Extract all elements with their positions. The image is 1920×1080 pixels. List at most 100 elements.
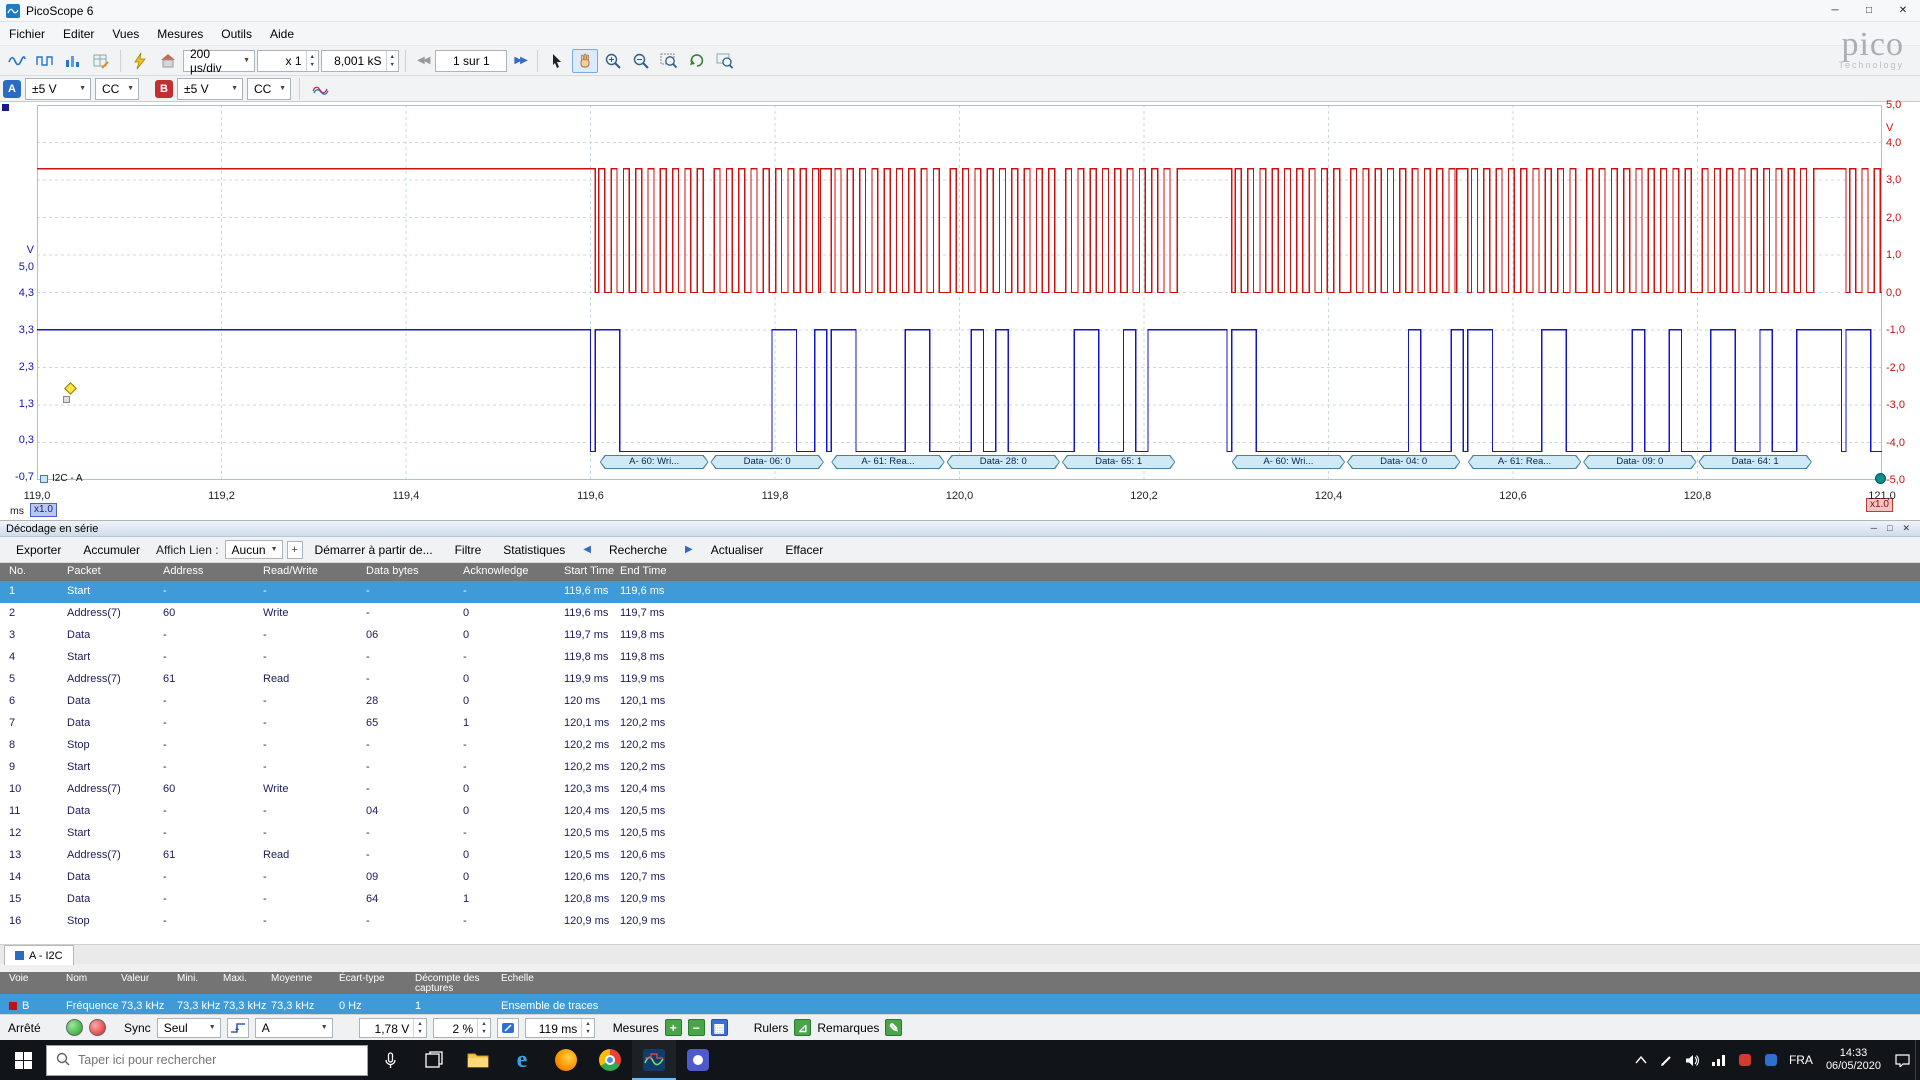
edit-measure-button[interactable]: ▦ [710,1019,728,1036]
link-display-select[interactable]: Aucun ▼ [224,540,283,559]
buffer-nav-box[interactable]: 1 sur 1 [435,49,508,72]
decode-table-row[interactable]: 14 Data - - 09 0 120,6 ms 120,7 ms [0,867,1920,889]
start-button[interactable] [0,1040,46,1080]
menu-item-mesures[interactable]: Mesures [148,23,212,45]
decode-header-cell[interactable]: End Time [611,563,1920,581]
decode-chip[interactable]: Data- 65: 1 [1062,455,1175,469]
measure-header-cell[interactable]: Nom [57,972,112,994]
decode-table-row[interactable]: 8 Stop - - - - 120,2 ms 120,2 ms [0,735,1920,757]
zoom-full-icon[interactable] [712,49,738,73]
decode-table-row[interactable]: 3 Data - - 06 0 119,7 ms 119,8 ms [0,625,1920,647]
chrome-icon[interactable] [588,1040,632,1080]
measure-header-cell[interactable]: Maxi. [214,972,262,994]
signal-generator-icon[interactable] [127,49,153,73]
decode-header-cell[interactable]: Address [154,563,254,581]
decode-table-row[interactable]: 15 Data - - 64 1 120,8 ms 120,9 ms [0,889,1920,911]
buffer-next-icon[interactable]: ▶▶ [509,55,530,66]
menu-item-fichier[interactable]: Fichier [0,23,54,45]
decode-table-row[interactable]: 12 Start - - - - 120,5 ms 120,5 ms [0,823,1920,845]
spinner-arrows[interactable]: ▲ ▼ [413,1018,425,1037]
start-from-button[interactable]: Démarr­er à partir de... [305,539,443,561]
decode-chip[interactable]: A- 60: Wri... [1232,455,1345,469]
decode-header-cell[interactable]: Acknowledge [454,563,555,581]
decode-header-cell[interactable]: Start Time [555,563,614,581]
decode-chip[interactable]: Data- 04: 0 [1347,455,1460,469]
decode-header-cell[interactable]: Data bytes [357,563,454,581]
measure-header-cell[interactable]: Moyenne [262,972,330,994]
decode-header-cell[interactable]: No. [0,563,58,581]
decode-chip[interactable]: Data- 28: 0 [947,455,1060,469]
persistence-view-icon[interactable] [32,49,58,73]
buffer-prev-icon[interactable]: ◀◀ [412,55,433,66]
ruler-anchor-icon[interactable] [63,396,70,403]
title-bar[interactable]: PicoScope 6 ─ □ ✕ [0,0,1920,22]
accumulate-button[interactable]: Accumuler [73,539,150,561]
home-icon[interactable] [155,49,181,73]
measure-header-cell[interactable]: Décompte des captures [406,972,492,994]
decode-table-row[interactable]: 9 Start - - - - 120,2 ms 120,2 ms [0,757,1920,779]
rulers-icon[interactable]: ⊿ [794,1019,812,1036]
decode-table-row[interactable]: 10 Address(7) 60 Write - 0 120,3 ms 120,4 ms [0,779,1920,801]
decode-chip[interactable]: Data- 06: 0 [710,455,823,469]
edge-browser-icon[interactable]: e [500,1040,544,1080]
decode-table-row[interactable]: 11 Data - - 04 0 120,4 ms 120,5 ms [0,801,1920,823]
search-button[interactable]: Recherche [599,539,677,561]
channel-b-coupling-select[interactable]: CC ▼ [247,77,291,100]
tab-a-i2c[interactable]: A - I2C [4,945,74,965]
trigger-level-spinner[interactable]: 1,78 V ▲ ▼ [358,1017,427,1038]
pico-tray-icon[interactable] [1758,1040,1784,1080]
stop-capture-button[interactable] [89,1019,106,1036]
spinner-arrows[interactable]: ▲ ▼ [385,50,398,71]
cortana-mic-icon[interactable] [368,1040,412,1080]
menu-item-aide[interactable]: Aide [261,23,303,45]
channel-b-chip[interactable]: B [155,79,173,98]
export-button[interactable]: Exporter [6,539,71,561]
action-center-icon[interactable] [1889,1040,1915,1080]
scope-area[interactable]: V V ms x1.0 x1.0 I2C - A 5,0 4,3 3,3 2,3 1,3… [0,99,1920,520]
add-link-button[interactable]: + [286,540,303,559]
sample-count-spinner[interactable]: 8,001 kS ▲ ▼ [321,49,399,72]
decode-header-cell[interactable]: Read/Write [254,563,357,581]
decode-table-row[interactable]: 1 Start - - - - 119,6 ms 119,6 ms [0,581,1920,603]
menu-item-outils[interactable]: Outils [212,23,261,45]
measure-header-cell[interactable]: Valeur [112,972,168,994]
picoscope-taskbar-icon[interactable] [632,1040,676,1080]
search-prev-icon[interactable]: ◀ [577,541,597,558]
menu-item-vues[interactable]: Vues [103,23,148,45]
decode-table-row[interactable]: 4 Start - - - - 119,8 ms 119,8 ms [0,647,1920,669]
panel-maximize-icon[interactable]: □ [1887,523,1892,534]
spinner-arrows[interactable]: ▲ ▼ [477,1018,489,1037]
file-explorer-icon[interactable] [456,1040,500,1080]
decode-table-row[interactable]: 2 Address(7) 60 Write - 0 119,6 ms 119,7 ms [0,603,1920,625]
decode-chip[interactable]: Data- 64: 1 [1698,455,1811,469]
channel-a-range-select[interactable]: ±5 V ▼ [25,77,91,100]
trigger-marker-icon[interactable] [1875,473,1886,484]
decode-table-row[interactable]: 13 Address(7) 61 Read - 0 120,5 ms 120,6 ms [0,845,1920,867]
decode-chip[interactable]: Data- 09: 0 [1583,455,1696,469]
network-icon[interactable] [1706,1040,1732,1080]
scope-view-icon[interactable] [4,49,30,73]
channel-b-range-select[interactable]: ±5 V ▼ [177,77,243,100]
volume-icon[interactable] [1680,1040,1706,1080]
measure-table-row[interactable]: B Fréquence 73,3 kHz 73,3 kHz 73,3 kHz 73,3 k… [0,994,1920,1014]
app-window-icon[interactable] [676,1040,720,1080]
spectrum-view-icon[interactable] [60,49,86,73]
zoom-out-icon[interactable] [628,49,654,73]
notes-icon[interactable]: ✎ [885,1019,903,1036]
refresh-button[interactable]: Actualiser [701,539,774,561]
antivirus-tray-icon[interactable] [1732,1040,1758,1080]
measure-header-cell[interactable]: Mini. [168,972,214,994]
timebase-select[interactable]: 200 µs/div ▼ [183,47,255,75]
zoom-in-icon[interactable] [600,49,626,73]
decode-table-row[interactable]: 7 Data - - 65 1 120,1 ms 120,2 ms [0,713,1920,735]
measure-header-cell[interactable]: Echelle [492,972,1920,994]
add-measure-button[interactable]: + [664,1019,682,1036]
measure-header-cell[interactable]: Voie [0,972,57,994]
search-input[interactable] [78,1053,358,1067]
minimize-button[interactable]: ─ [1818,0,1852,21]
decode-table-row[interactable]: 5 Address(7) 61 Read - 0 119,9 ms 119,9 ms [0,669,1920,691]
channel-a-coupling-select[interactable]: CC ▼ [95,77,139,100]
zoom-factor-spinner[interactable]: x 1 ▲ ▼ [257,49,319,72]
post-trigger-spinner[interactable]: 119 ms ▲ ▼ [524,1017,595,1038]
marquee-zoom-icon[interactable] [656,49,682,73]
